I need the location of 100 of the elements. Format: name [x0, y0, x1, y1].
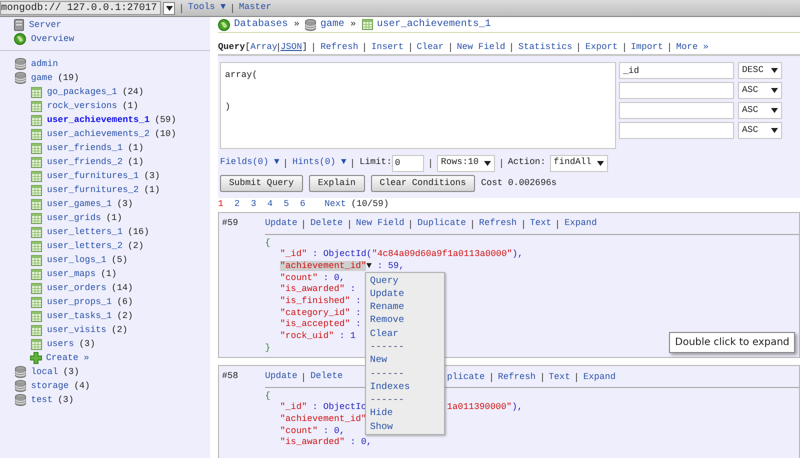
sidebar-link[interactable]: Server [29, 18, 62, 32]
collection-link[interactable]: user_furnitures_2 [47, 183, 139, 197]
page-link[interactable]: 2 [234, 198, 240, 212]
toolbar-link[interactable]: Export [585, 40, 618, 54]
collection-link[interactable]: users [47, 337, 74, 351]
collection-link[interactable]: user_grids [47, 211, 102, 225]
sort-field-input[interactable] [619, 102, 734, 119]
table-icon [31, 114, 42, 126]
database-link[interactable]: admin [31, 57, 58, 71]
toolbar-link[interactable]: Insert [371, 40, 404, 54]
toolbar-link[interactable]: New Field [456, 40, 506, 54]
record-action-link[interactable]: Text [548, 370, 570, 384]
collection-link[interactable]: user_letters_2 [47, 239, 123, 253]
action-select[interactable]: findAll [550, 154, 608, 172]
record-action-link[interactable]: plicate [447, 370, 485, 384]
breadcrumb-link[interactable]: game [320, 17, 344, 32]
sort-field-input[interactable] [619, 82, 734, 99]
database-link[interactable]: test [31, 393, 53, 407]
collection-link[interactable]: user_friends_1 [47, 141, 123, 155]
collection-link[interactable]: user_achievements_1 [47, 113, 150, 127]
toolbar-link[interactable]: Statistics [518, 40, 572, 54]
top-menu-link[interactable]: Master [238, 1, 272, 15]
toolbar-link[interactable]: Clear [416, 40, 444, 54]
table-icon [31, 338, 42, 350]
record-action-link[interactable]: Expand [564, 217, 597, 231]
globe-icon [14, 33, 26, 45]
collection-link[interactable]: user_props_1 [47, 295, 112, 309]
toolbar-link[interactable]: Import [630, 40, 664, 54]
menu-item[interactable]: Clear [366, 326, 444, 340]
toolbar-link[interactable]: More » [676, 40, 709, 54]
menu-item[interactable]: Indexes [366, 380, 444, 394]
code-line: "rock_uid" : 1 [280, 331, 356, 342]
page-link[interactable]: 4 [267, 198, 273, 212]
code-line: "_id" : ObjectIc [280, 402, 366, 412]
record-action-link[interactable]: Refresh [498, 370, 536, 384]
menu-item[interactable]: Update [366, 286, 444, 300]
mode-tab[interactable]: Array [250, 40, 278, 54]
menu-item[interactable]: Query [366, 274, 444, 287]
collection-link[interactable]: user_logs_1 [47, 253, 106, 267]
hints-link[interactable]: Hints(0) ▼ [292, 156, 346, 170]
limit-input[interactable]: 0 [392, 154, 424, 172]
breadcrumb-link[interactable]: Databases [234, 17, 288, 32]
record-action-link[interactable]: Expand [583, 370, 616, 384]
sort-order-select[interactable]: DESC [738, 62, 782, 79]
breadcrumb-separator: » [350, 18, 356, 31]
database-link[interactable]: game [31, 71, 53, 85]
collection-link[interactable]: user_furnitures_1 [47, 169, 139, 183]
collection-link[interactable]: user_games_1 [47, 197, 112, 211]
sort-field-input[interactable] [619, 122, 734, 139]
dropdown-button[interactable] [163, 2, 176, 14]
collection-link[interactable]: user_maps [47, 267, 96, 281]
collection-link[interactable]: go_packages_1 [47, 85, 118, 99]
record-action-link[interactable]: Update [265, 217, 298, 231]
page-link[interactable]: 1 [218, 198, 224, 212]
collection-link[interactable]: user_letters_1 [47, 225, 123, 239]
query-button[interactable]: Submit Query [220, 175, 303, 192]
query-button[interactable]: Explain [308, 175, 365, 192]
server-icon [14, 19, 24, 31]
menu-item[interactable]: Hide [366, 406, 444, 420]
record-action-link[interactable]: Delete [310, 217, 343, 231]
record-action-link[interactable]: Refresh [479, 217, 517, 231]
table-icon [31, 100, 42, 112]
caret-icon [484, 160, 491, 166]
collection-link[interactable]: user_friends_2 [47, 155, 123, 169]
sort-order-select[interactable]: ASC [738, 82, 782, 99]
menu-item[interactable]: Show [366, 420, 444, 434]
query-button[interactable]: Clear Conditions [370, 175, 476, 192]
mode-tab[interactable]: JSON [280, 40, 302, 54]
page-link[interactable]: 6 [300, 198, 306, 212]
sort-order-select[interactable]: ASC [738, 122, 782, 139]
record-action-link[interactable]: Update [265, 370, 298, 384]
sort-order-select[interactable]: ASC [738, 102, 782, 119]
sidebar-link[interactable]: Overview [31, 32, 74, 46]
record-action-link[interactable]: Text [530, 217, 552, 231]
menu-item[interactable]: New [366, 353, 444, 367]
record-action-link[interactable]: Delete [310, 370, 343, 384]
collection-link[interactable]: rock_versions [47, 99, 118, 113]
page-link[interactable]: 3 [250, 198, 256, 212]
table-icon [31, 212, 42, 224]
collection-link[interactable]: user_visits [47, 323, 106, 337]
record-action-link[interactable]: Duplicate [417, 217, 466, 231]
database-link[interactable]: local [31, 365, 58, 379]
sort-field-input[interactable]: _id [619, 62, 734, 79]
database-link[interactable]: storage [31, 379, 69, 393]
page-link[interactable]: 5 [284, 198, 290, 212]
collection-link[interactable]: user_tasks_1 [47, 309, 112, 323]
next-link[interactable]: Next [324, 198, 346, 212]
query-editor[interactable]: array( ) [220, 62, 616, 149]
fields-link[interactable]: Fields(0) ▼ [220, 156, 280, 170]
host-select[interactable]: mongodb:// 127.0.0.1:27017 [0, 1, 162, 15]
menu-item[interactable]: Remove [366, 313, 444, 327]
menu-item[interactable]: Rename [366, 300, 444, 314]
collection-link[interactable]: user_orders [47, 281, 106, 295]
create-link[interactable]: Create » [46, 351, 90, 365]
collection-link[interactable]: user_achievements_2 [47, 127, 150, 141]
rows-select[interactable]: Rows:10 [436, 154, 495, 172]
record-action-link[interactable]: New Field [356, 217, 404, 231]
top-menu-link[interactable]: Tools ▼ [188, 1, 226, 15]
toolbar-link[interactable]: Refresh [320, 40, 358, 54]
breadcrumb-link[interactable]: user_achievements_1 [376, 17, 491, 32]
